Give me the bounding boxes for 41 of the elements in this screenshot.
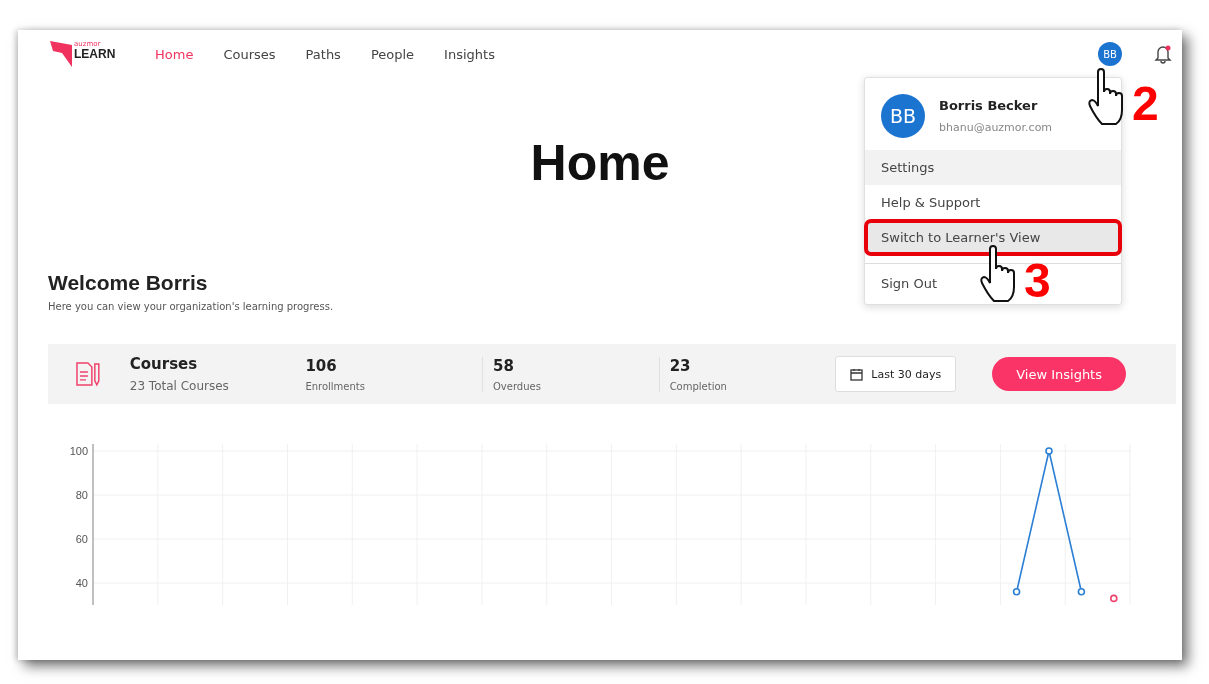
view-insights-button[interactable]: View Insights (992, 357, 1126, 391)
step-number: 3 (1024, 257, 1051, 305)
menu-item[interactable]: Sign Out (865, 264, 946, 304)
data-point (1045, 447, 1053, 455)
y-tick-label: 40 (75, 577, 88, 589)
stat-caption: 23 Total Courses (129, 379, 230, 393)
nav-link[interactable]: People (370, 46, 415, 62)
date-range-button[interactable]: Last 30 days (835, 356, 957, 392)
data-point (1110, 594, 1118, 603)
user-avatar[interactable]: BB (1098, 42, 1122, 66)
stat-title: Courses (129, 355, 199, 373)
data-point (1012, 588, 1021, 596)
stat-label: Completion (669, 380, 728, 392)
page-title: Home (530, 134, 670, 193)
user-name: Borris Becker (939, 98, 1039, 113)
nav-link[interactable]: Courses (223, 46, 276, 62)
nav-link[interactable]: Paths (305, 46, 341, 62)
welcome-subtitle: Here you can view your organization's learning progress. (48, 301, 334, 312)
stat-label: Enrollments (305, 380, 366, 392)
stat-value: 23 (669, 356, 692, 375)
y-tick-label: 80 (75, 489, 88, 501)
menu-item[interactable]: Settings (865, 150, 1121, 185)
y-tick-label: 100 (69, 445, 88, 457)
stat-value: 58 (492, 356, 515, 375)
user-avatar: BB (881, 94, 925, 138)
logo-icon (50, 41, 72, 67)
menu-item[interactable]: Switch to Learner's View (865, 220, 1121, 255)
stat-label: Overdues (492, 380, 542, 392)
menu-item[interactable]: Help & Support (865, 185, 1121, 220)
calendar-icon (850, 367, 864, 381)
nav-link[interactable]: Insights (444, 46, 495, 62)
data-point (1077, 588, 1086, 596)
y-tick-label: 60 (75, 533, 88, 545)
stat-value: 106 (305, 356, 338, 375)
step-number: 2 (1132, 80, 1159, 128)
user-email: bhanu@auzmor.com (939, 121, 1053, 134)
logo-text: LEARN (74, 48, 116, 60)
nav-link[interactable]: Home (155, 46, 194, 62)
document-pencil-icon (74, 360, 102, 388)
welcome-heading: Welcome Borris (48, 271, 208, 295)
bell-icon[interactable] (1154, 44, 1172, 64)
